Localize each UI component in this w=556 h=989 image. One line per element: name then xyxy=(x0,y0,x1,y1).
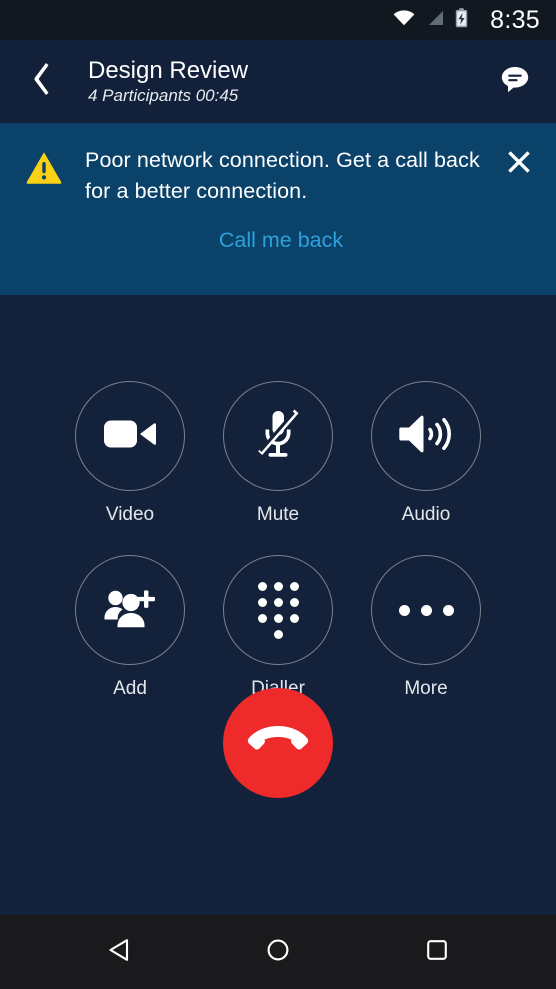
keypad-dot xyxy=(289,597,299,607)
call-controls-row: Add More xyxy=(75,555,481,700)
add-participant-button-circle xyxy=(75,555,185,665)
keypad-dot xyxy=(273,613,283,623)
call-controls-row: Video Mute Audio xyxy=(75,381,481,526)
battery-charging-icon xyxy=(455,7,468,33)
status-bar-clock: 8:35 xyxy=(490,5,540,34)
nav-home-button[interactable] xyxy=(248,922,308,982)
chat-bubble-icon xyxy=(499,63,531,100)
mute-button-label: Mute xyxy=(256,504,300,525)
banner-message: Poor network connection. Get a call back… xyxy=(85,148,480,203)
microphone-muted-icon xyxy=(256,409,300,464)
keypad-dot xyxy=(273,597,283,607)
nav-back-button[interactable] xyxy=(89,922,149,982)
speaker-volume-icon xyxy=(399,413,453,460)
participants-duration: 4 Participants 00:45 xyxy=(88,86,239,105)
end-call-handset-icon xyxy=(247,724,309,763)
more-horizontal-icon xyxy=(398,604,454,616)
more-button[interactable]: More xyxy=(371,555,481,700)
more-dot xyxy=(398,604,410,616)
cellular-signal-icon xyxy=(426,10,444,31)
dialler-button[interactable]: Dialler xyxy=(223,555,333,700)
end-call-button[interactable] xyxy=(223,688,333,798)
call-me-back-link[interactable]: Call me back xyxy=(26,227,536,253)
back-button[interactable] xyxy=(22,62,62,102)
call-header: Design Review 4 Participants 00:45 xyxy=(0,40,556,123)
more-dot xyxy=(420,604,432,616)
add-participant-button[interactable]: Add xyxy=(75,555,185,700)
call-controls-grid: Video Mute Audio Add More xyxy=(0,381,556,700)
keypad-dot xyxy=(273,629,283,639)
status-bar: 8:35 xyxy=(0,0,556,40)
chat-button[interactable] xyxy=(492,59,538,105)
add-person-icon xyxy=(104,588,156,633)
video-button-circle xyxy=(75,381,185,491)
page-title: Design Review xyxy=(88,57,249,84)
network-warning-banner: Poor network connection. Get a call back… xyxy=(0,123,556,295)
mute-button-circle xyxy=(223,381,333,491)
keypad-dot xyxy=(257,613,267,623)
audio-button-circle xyxy=(371,381,481,491)
status-bar-icons: 8:35 xyxy=(393,6,540,35)
video-button-label: Video xyxy=(105,504,155,525)
banner-top-row: Poor network connection. Get a call back… xyxy=(26,145,536,207)
keypad-dot xyxy=(257,597,267,607)
dialler-button-circle xyxy=(223,555,333,665)
call-controls-area: Video Mute Audio Add More xyxy=(0,295,556,915)
chevron-left-icon xyxy=(32,63,52,100)
android-navigation-bar xyxy=(0,915,556,989)
video-button[interactable]: Video xyxy=(75,381,185,526)
nav-recents-square-icon xyxy=(424,937,450,968)
nav-home-circle-icon xyxy=(265,937,291,968)
more-dot xyxy=(442,604,454,616)
nav-back-triangle-icon xyxy=(106,937,132,968)
mute-button[interactable]: Mute xyxy=(223,381,333,526)
warning-triangle-icon xyxy=(26,151,62,189)
banner-close-button[interactable] xyxy=(504,149,534,179)
keypad-dot xyxy=(289,581,299,591)
wifi-icon xyxy=(393,9,415,31)
nav-recents-button[interactable] xyxy=(407,922,467,982)
more-button-circle xyxy=(371,555,481,665)
audio-button[interactable]: Audio xyxy=(371,381,481,526)
end-call-area xyxy=(0,688,556,798)
keypad-dot xyxy=(289,613,299,623)
call-header-text: Design Review 4 Participants 00:45 xyxy=(62,56,492,107)
keypad-dot xyxy=(257,581,267,591)
keypad-dot xyxy=(273,581,283,591)
close-x-icon xyxy=(507,150,531,179)
call-screen: 8:35 Design Review 4 Participants 00:45 xyxy=(0,0,556,989)
video-camera-icon xyxy=(104,417,156,456)
keypad-dots-icon xyxy=(257,581,299,639)
audio-button-label: Audio xyxy=(401,504,451,525)
